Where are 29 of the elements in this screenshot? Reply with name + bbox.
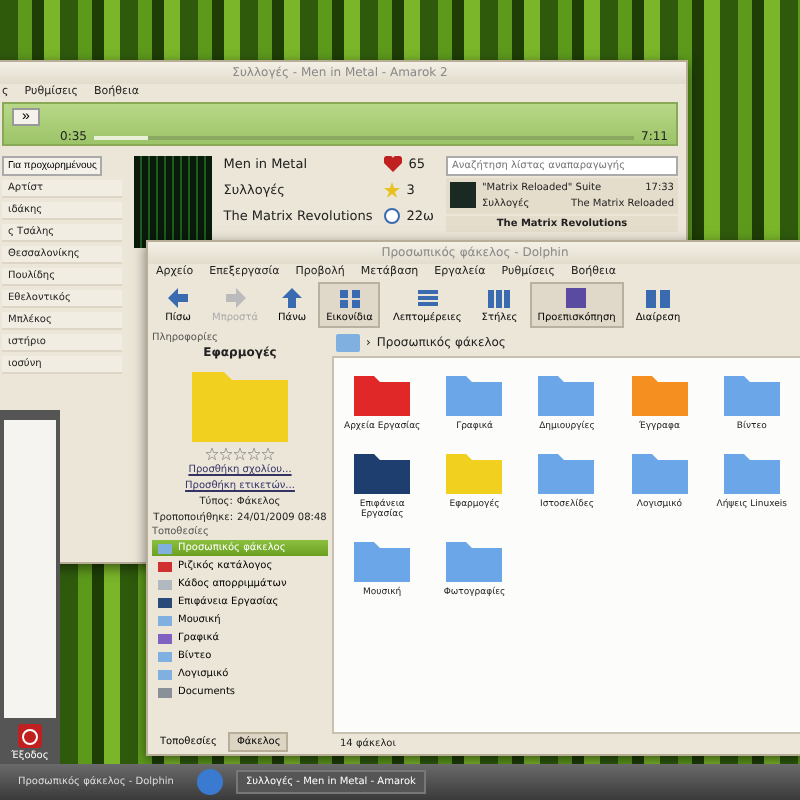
arrow-left-icon	[164, 286, 192, 310]
folder-icon	[444, 448, 505, 496]
folder-icon	[629, 370, 690, 418]
folder-icon	[444, 536, 505, 584]
heart-icon	[384, 156, 403, 172]
folder-icon	[352, 370, 413, 418]
arrow-up-icon	[278, 286, 307, 310]
star-icon[interactable]	[220, 448, 232, 460]
split-view-icon	[643, 286, 672, 310]
folder-icon	[352, 448, 413, 496]
folder-icon	[721, 370, 782, 418]
folder-icon	[352, 536, 413, 584]
list-icon	[413, 286, 442, 310]
folder-icon	[629, 448, 690, 496]
album-art	[134, 156, 212, 248]
folder-icon	[721, 448, 782, 496]
folder-icon	[536, 448, 597, 496]
star-icon[interactable]	[206, 448, 218, 460]
power-icon[interactable]	[18, 724, 42, 748]
star-icon[interactable]	[248, 448, 260, 460]
star-icon	[384, 182, 401, 198]
arrow-right-icon	[221, 286, 250, 310]
preview-icon	[562, 286, 591, 310]
folder-icon	[536, 370, 597, 418]
star-icon[interactable]	[262, 448, 274, 460]
columns-icon	[485, 286, 514, 310]
grid-icon	[335, 286, 364, 310]
star-icon[interactable]	[234, 448, 246, 460]
folder-icon	[444, 370, 505, 418]
